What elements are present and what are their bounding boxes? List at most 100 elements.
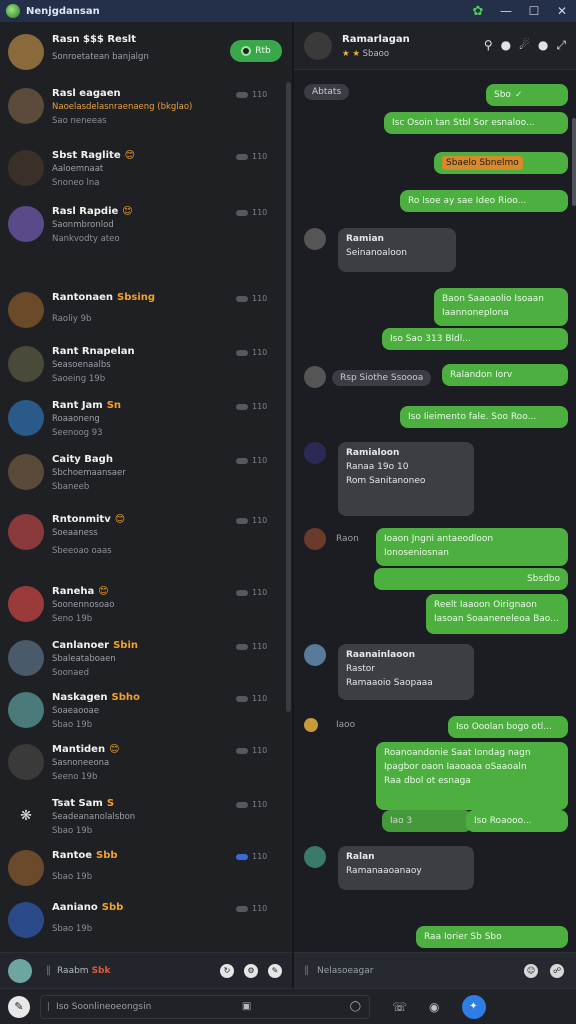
title-bar: Nenjgdansan ✿ — ☐ ✕ xyxy=(0,0,576,22)
chat-subtitle: ★ ★ Sbaoo xyxy=(342,49,390,59)
message-bubble[interactable]: Ramialoon Ranaa 19o 10 Rom Sanitanoneo xyxy=(338,442,474,516)
compose-icon[interactable]: ✎ xyxy=(268,963,282,978)
status-toggle-button[interactable]: Rtb xyxy=(230,40,282,62)
avatar[interactable] xyxy=(304,846,326,868)
message-bubble[interactable]: Iso Roaooo... xyxy=(466,810,568,832)
avatar xyxy=(8,744,44,780)
camera-icon[interactable]: ▣ xyxy=(242,1001,251,1012)
search-cursor-icon: | xyxy=(47,1001,51,1012)
minimize-button[interactable]: — xyxy=(492,0,520,22)
chat-preview: Soonennosoao xyxy=(52,600,115,610)
avatar xyxy=(8,640,44,676)
avatar[interactable] xyxy=(304,228,326,250)
conversation-scrollbar[interactable] xyxy=(572,118,576,206)
settings-icon[interactable]: ⚙ xyxy=(244,963,258,978)
chat-meta: Raoliy 9b xyxy=(52,314,92,324)
avatar[interactable] xyxy=(304,442,326,464)
new-chat-button[interactable]: ✦ xyxy=(461,994,486,1019)
expand-icon[interactable]: ⤢ xyxy=(556,38,566,53)
avatar xyxy=(8,514,44,550)
message-bubble[interactable]: Sbaelo Sbnelmo xyxy=(434,152,568,174)
compose-icon[interactable]: ✎ xyxy=(8,995,30,1018)
mic-icon[interactable]: ◯ xyxy=(350,1001,361,1012)
chat-name: Canlanoer Sbin xyxy=(52,640,139,651)
video-icon[interactable]: ◉ xyxy=(429,1000,439,1014)
message-bubble[interactable]: Sbo ✓ xyxy=(486,84,568,106)
chat-name: Raneha 😊 xyxy=(52,586,109,597)
avatar xyxy=(8,400,44,436)
avatar[interactable] xyxy=(8,958,32,983)
avatar[interactable] xyxy=(304,644,326,666)
chat-preview: Sbchoemaansaer xyxy=(52,468,126,478)
chat-meta: Sbaneeb xyxy=(52,482,90,492)
avatar xyxy=(8,346,44,382)
message-bubble[interactable]: Sbsdbo xyxy=(374,568,568,590)
message-bubble[interactable]: Ralandon Iorv xyxy=(442,364,568,386)
phone-icon[interactable]: ☏ xyxy=(392,1000,407,1014)
avatar[interactable] xyxy=(304,718,318,732)
chat-name: Rant Jam Sn xyxy=(52,400,122,411)
chat-list-item[interactable]: Rntonmitv 😊 Soeaaness Sbeeoao oaas 110 xyxy=(0,506,284,558)
avatar xyxy=(8,34,44,70)
chat-meta: Seeno 19b xyxy=(52,772,98,782)
chat-list-item[interactable]: ❋ Tsat Sam S Seadeananolalsbon Sbao 19b 1… xyxy=(0,790,284,842)
message-bubble[interactable]: Ioaon Jngni antaeodloon Ionoseniosnan xyxy=(376,528,568,566)
chat-list-item[interactable]: Rasl eagaen Naoelasdelasnraenaeng (bkgla… xyxy=(0,80,284,132)
message-bubble[interactable]: Isc Osoin tan Stbl Sor esnaloo... xyxy=(384,112,568,134)
more-icon[interactable]: ● xyxy=(538,38,548,53)
chat-meta: Sao neneeas xyxy=(52,116,107,126)
chat-preview: Soaeaooae xyxy=(52,706,100,716)
chat-list-item[interactable]: Rantonaen Sbsing Raoliy 9b 110 xyxy=(0,284,284,336)
message-bubble[interactable]: Ramian Seinanoaloon xyxy=(338,228,456,272)
chat-list-item[interactable]: Raneha 😊 Soonennosoao Seno 19b 110 xyxy=(0,578,284,630)
avatar xyxy=(8,586,44,622)
chat-list-item[interactable]: Rantoe Sbb Sbao 19b 110 xyxy=(0,842,284,894)
chat-list-item[interactable]: Naskagen Sbho Soaeaooae Sbao 19b 110 xyxy=(0,684,284,736)
refresh-icon[interactable]: ↻ xyxy=(220,963,234,978)
info-icon[interactable]: ● xyxy=(501,38,511,53)
message-bubble[interactable]: Iso Ooolan bogo otl... xyxy=(448,716,568,738)
chat-list-item[interactable]: Sbst Raglite 😊 Aaloemnaat Snoneo lna 110 xyxy=(0,142,284,194)
message-bubble[interactable]: Iao 3 xyxy=(382,810,472,832)
message-bubble[interactable]: Iso Iieimento fale. Soo Roo... xyxy=(400,406,568,428)
chat-name: Rasn $$$ Reslt xyxy=(52,34,136,45)
conversation-panel: Ramarlagan ★ ★ Sbaoo ⚲ ● ☄ ● ⤢ Abtats Sb… xyxy=(294,22,576,988)
message-bubble[interactable]: Ralan Ramanaaoanaoy xyxy=(338,846,474,890)
leaf-icon[interactable]: ✿ xyxy=(464,0,492,22)
message-bubble[interactable]: Reelt Iaaoon Oirignaon Iasoan Soaaneneleo… xyxy=(426,594,568,634)
chat-list-item[interactable]: Aaniano Sbb Sbao 19b 110 xyxy=(0,894,284,946)
message-bubble[interactable]: Baon Saaoaolio Isoaan Iaannoneplona xyxy=(434,288,568,326)
sender-label: Iaoo xyxy=(336,720,356,730)
chat-list-item[interactable]: Rasl Rapdie 😊 Saonmbronlod Nankvodty ateo… xyxy=(0,198,284,250)
chat-list-item[interactable]: Rasn $$$ Reslt Sonroetatean banjalgn Rtb xyxy=(0,26,284,78)
menu-icon[interactable]: ‖ xyxy=(46,965,51,976)
message-bubble[interactable]: Roanoandonie Saat Iondag nagn Ipagbor oao… xyxy=(376,742,568,810)
search-icon[interactable]: ⚲ xyxy=(484,38,493,53)
chat-preview: Seasoenaalbs xyxy=(52,360,111,370)
chat-list-item[interactable]: Rant Rnapelan Seasoenaalbs Saoeing 19b 1… xyxy=(0,338,284,390)
chat-meta: Nankvodty ateo xyxy=(52,234,120,244)
close-button[interactable]: ✕ xyxy=(548,0,576,22)
system-badge: Abtats xyxy=(304,84,350,100)
message-bubble[interactable]: Iso Sao 313 Bldl... xyxy=(382,328,568,350)
maximize-button[interactable]: ☐ xyxy=(520,0,548,22)
message-bubble[interactable]: Ro Isoe ay sae Ideo Rioo... xyxy=(400,190,568,212)
message-bubble[interactable]: Raa Iorier Sb Sbo xyxy=(416,926,568,948)
message-input[interactable]: Nelasoeagar xyxy=(317,966,524,976)
message-bubble[interactable]: Raanainlaoon Rastor Ramaaoio Saopaaa xyxy=(338,644,474,700)
avatar[interactable] xyxy=(304,32,332,60)
chat-list-item[interactable]: Rant Jam Sn Roaaoneng Seenoog 93 110 xyxy=(0,392,284,444)
menu-icon[interactable]: ‖ xyxy=(304,965,309,976)
chat-meta: Sbeeoao oaas xyxy=(52,546,112,556)
chat-list-scrollbar[interactable] xyxy=(286,82,291,712)
attach-icon[interactable]: ☄ xyxy=(519,38,530,53)
avatar[interactable] xyxy=(304,366,326,388)
chat-list-item[interactable]: Mantiden 😊 Sasnoneeona Seeno 19b 110 xyxy=(0,736,284,788)
search-input[interactable]: | Iso Soonlineoeongsin ▣ ◯ xyxy=(40,994,370,1019)
chat-list-item[interactable]: Caity Bagh Sbchoemaansaer Sbaneeb 110 xyxy=(0,446,284,498)
chat-preview: Saonmbronlod xyxy=(52,220,114,230)
avatar[interactable] xyxy=(304,528,326,550)
attach-icon[interactable]: ☍ xyxy=(550,963,564,978)
chat-list-item[interactable]: Canlanoer Sbin Sbaleataboaen Soonaed 110 xyxy=(0,632,284,684)
emoji-icon[interactable]: ☺ xyxy=(524,963,538,978)
